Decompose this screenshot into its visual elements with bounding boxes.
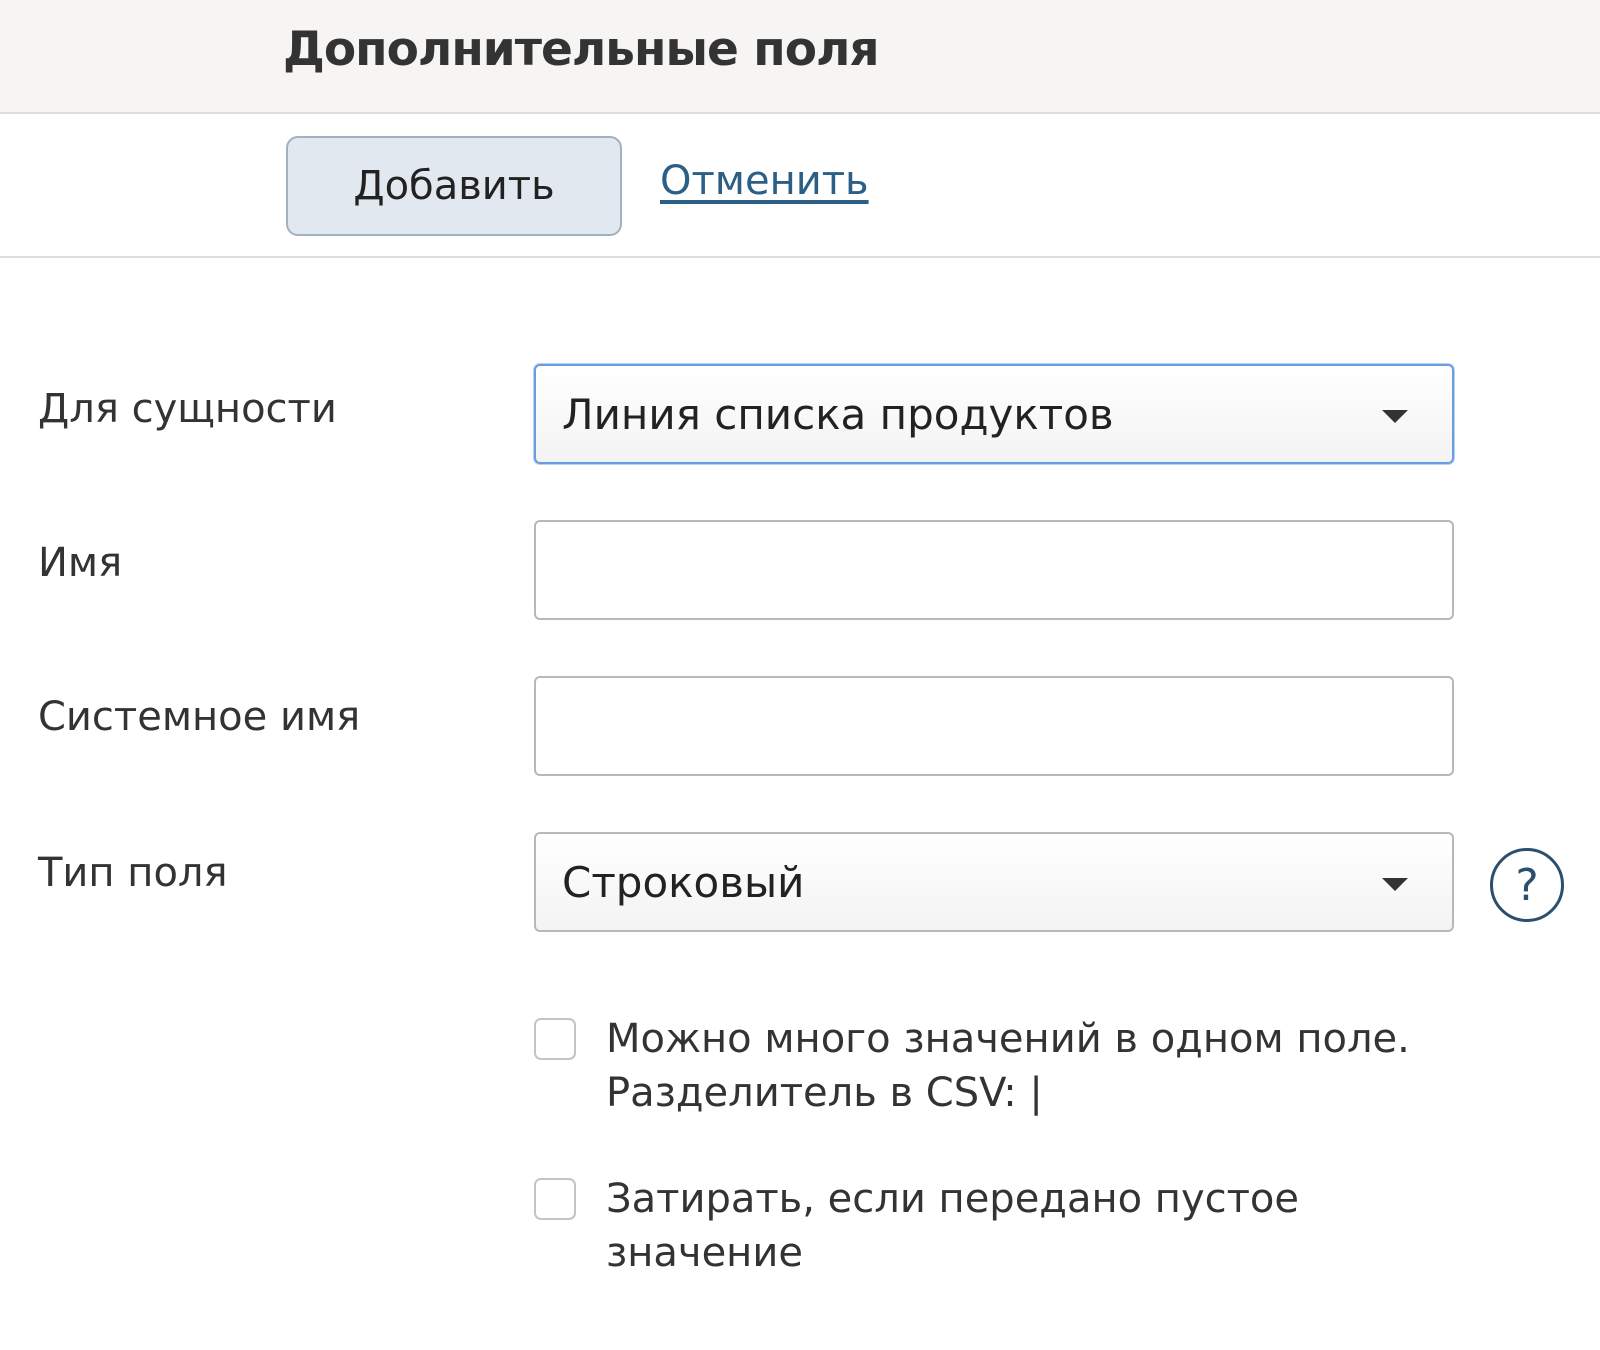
chevron-down-icon [1382, 410, 1408, 423]
system-name-label: Системное имя [38, 694, 361, 740]
multi-value-label-line1: Можно много значений в одном поле. [606, 1016, 1410, 1062]
system-name-field-wrapper [534, 676, 1454, 776]
multi-value-label: Можно много значений в одном поле. Разде… [606, 1012, 1466, 1120]
system-name-input[interactable] [536, 678, 1452, 774]
page-header: Дополнительные поля [0, 0, 1600, 114]
chevron-down-icon [1382, 878, 1408, 891]
name-field-wrapper [534, 520, 1454, 620]
entity-select-value: Линия списка продуктов [562, 390, 1114, 439]
field-type-select[interactable]: Строковый [534, 832, 1454, 932]
overwrite-empty-checkbox[interactable] [534, 1178, 576, 1220]
multi-value-label-line2: Разделитель в CSV: | [606, 1070, 1043, 1116]
field-type-select-value: Строковый [562, 858, 805, 907]
entity-label: Для сущности [38, 386, 337, 432]
cancel-link[interactable]: Отменить [660, 158, 869, 204]
toolbar: Добавить Отменить [0, 116, 1600, 258]
add-button[interactable]: Добавить [286, 136, 622, 236]
page-title: Дополнительные поля [283, 22, 880, 77]
overwrite-empty-label-line2: значение [606, 1230, 803, 1276]
field-type-label: Тип поля [38, 850, 228, 896]
overwrite-empty-label-line1: Затирать, если передано пустое [606, 1176, 1300, 1222]
name-label: Имя [38, 540, 123, 586]
name-input[interactable] [536, 522, 1452, 618]
entity-select[interactable]: Линия списка продуктов [534, 364, 1454, 464]
overwrite-empty-label: Затирать, если передано пустое значение [606, 1172, 1466, 1280]
help-icon[interactable]: ? [1490, 848, 1564, 922]
multi-value-checkbox[interactable] [534, 1018, 576, 1060]
